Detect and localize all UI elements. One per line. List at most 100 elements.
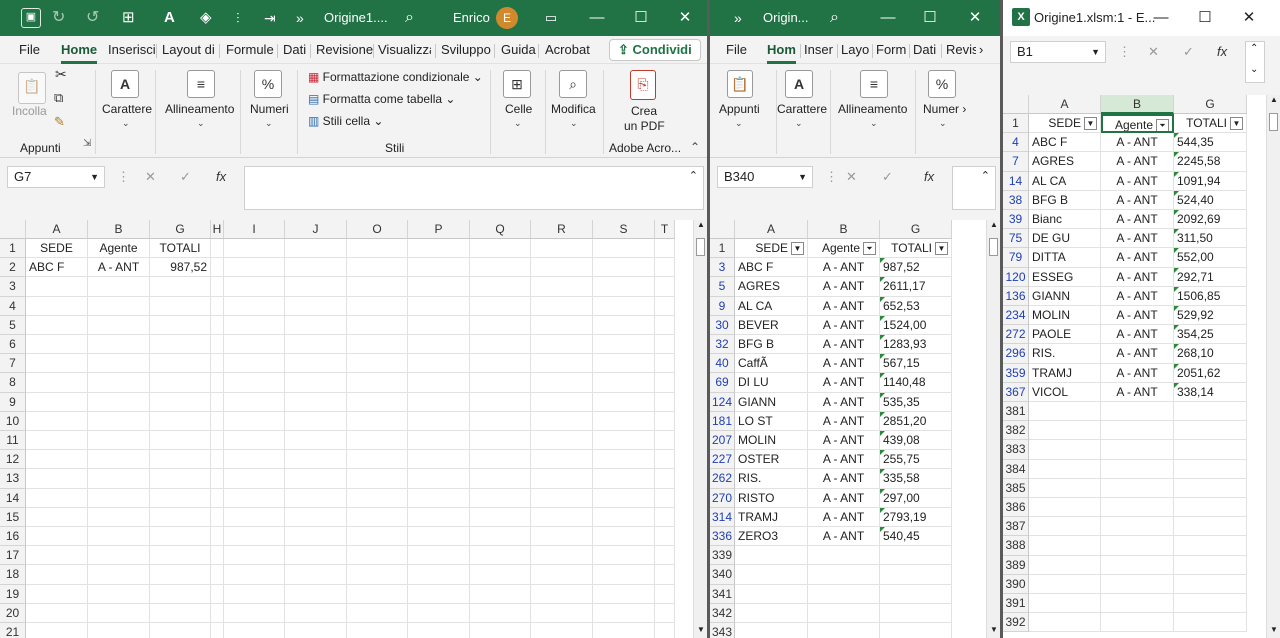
table-cell[interactable]: [408, 603, 470, 623]
row-header[interactable]: 16: [0, 527, 26, 547]
row-header blue[interactable]: 9: [710, 296, 735, 316]
table-cell[interactable]: A - ANT: [1101, 171, 1174, 191]
table-cell[interactable]: A - ANT: [808, 431, 880, 451]
row-header blue[interactable]: 314: [710, 507, 735, 527]
table-cell[interactable]: [1029, 517, 1101, 537]
table-cell[interactable]: [347, 623, 408, 638]
table-cell[interactable]: [26, 469, 88, 489]
tabs-scroll-icon[interactable]: ›: [979, 41, 983, 59]
row-header[interactable]: 6: [0, 335, 26, 355]
table-cell[interactable]: [224, 373, 285, 393]
cell-styles-button[interactable]: ▥ Stili cella ⌄: [308, 114, 383, 128]
collapse-ribbon-icon[interactable]: ⌃: [690, 140, 700, 154]
table-cell[interactable]: LO ST: [735, 411, 808, 431]
formula-input[interactable]: ⌃ ⌄: [1245, 41, 1265, 83]
table-cell[interactable]: [735, 546, 808, 566]
chevron-down-icon[interactable]: ⌄: [570, 118, 578, 129]
maximize-button[interactable]: ☐: [621, 0, 661, 36]
table-cell[interactable]: [26, 431, 88, 451]
table-cell[interactable]: A - ANT: [1101, 133, 1174, 153]
table-cell[interactable]: [347, 527, 408, 547]
table-cell[interactable]: GIANN: [1029, 286, 1101, 306]
row-header blue[interactable]: 181: [710, 411, 735, 431]
tab-home[interactable]: Hom: [767, 41, 796, 64]
row-header[interactable]: 21: [0, 623, 26, 638]
table-cell[interactable]: [285, 450, 347, 470]
table-cell[interactable]: [1101, 594, 1174, 614]
fx-icon[interactable]: fx: [924, 166, 934, 188]
table-cell[interactable]: [735, 584, 808, 604]
tab-dati[interactable]: Dati: [283, 41, 306, 59]
table-cell[interactable]: [1101, 459, 1174, 479]
search-icon[interactable]: ⌕: [405, 0, 414, 36]
row-header[interactable]: 389: [1003, 555, 1029, 575]
table-cell green[interactable]: A - ANT: [808, 488, 880, 508]
table-cell[interactable]: 338,14: [1174, 382, 1247, 402]
table-cell[interactable]: [285, 411, 347, 431]
table-cell[interactable]: A - ANT: [808, 450, 880, 470]
tab-file[interactable]: File: [726, 41, 747, 59]
table-cell[interactable]: [1029, 536, 1101, 556]
table-cell green[interactable]: CaffÃ: [735, 354, 808, 374]
table-cell[interactable]: [88, 431, 150, 451]
table-cell[interactable]: [224, 258, 285, 278]
font-icon[interactable]: A: [111, 70, 139, 98]
table-cell[interactable]: [1174, 555, 1247, 575]
table-cell[interactable]: [150, 584, 211, 604]
row-header[interactable]: 387: [1003, 517, 1029, 537]
table-cell[interactable]: [211, 623, 224, 638]
table-cell[interactable]: [408, 373, 470, 393]
table-cell green[interactable]: A - ANT: [808, 469, 880, 489]
table-cell[interactable]: PAOLE: [1029, 325, 1101, 345]
table-cell[interactable]: [285, 527, 347, 547]
table-cell[interactable]: A - ANT: [1101, 248, 1174, 268]
more-commands-icon[interactable]: »: [296, 0, 304, 36]
table-cell[interactable]: [285, 258, 347, 278]
table-cell[interactable]: [655, 584, 675, 604]
table-cell[interactable]: [211, 277, 224, 297]
table-cell[interactable]: [1174, 536, 1247, 556]
table-cell[interactable]: [593, 623, 655, 638]
table-cell[interactable]: [211, 315, 224, 335]
tab-visualizza[interactable]: Visualizza: [378, 41, 431, 59]
tab-acrobat[interactable]: Acrobat: [545, 41, 590, 59]
minimize-button[interactable]: —: [1141, 0, 1181, 36]
table-cell[interactable]: TOTALI: [150, 239, 211, 259]
table-cell[interactable]: [88, 565, 150, 585]
table-cell[interactable]: [470, 373, 531, 393]
table-cell[interactable]: [150, 373, 211, 393]
table-cell[interactable]: [470, 584, 531, 604]
row-header blue[interactable]: 14: [1003, 171, 1029, 191]
table-cell[interactable]: [26, 354, 88, 374]
row-header[interactable]: 5: [0, 315, 26, 335]
table-cell[interactable]: [26, 488, 88, 508]
row-header[interactable]: 20: [0, 603, 26, 623]
chevron-down-icon[interactable]: ⌄: [735, 118, 743, 129]
table-cell[interactable]: [88, 411, 150, 431]
table-cell[interactable]: [150, 354, 211, 374]
table-cell green[interactable]: ZERO3: [735, 527, 808, 547]
table-cell[interactable]: [211, 603, 224, 623]
table-cell[interactable]: AGRES: [1029, 152, 1101, 172]
tab-home[interactable]: Home: [61, 41, 98, 64]
table-cell[interactable]: [224, 335, 285, 355]
table-cell[interactable]: Bianc: [1029, 210, 1101, 230]
table-cell[interactable]: [347, 296, 408, 316]
table-cell green[interactable]: A - ANT: [808, 315, 880, 335]
row-header[interactable]: 383: [1003, 440, 1029, 460]
alignment-group-button[interactable]: Allineamento: [165, 102, 234, 116]
row-header[interactable]: 390: [1003, 574, 1029, 594]
tab-sviluppo[interactable]: Sviluppo: [441, 41, 491, 59]
table-cell[interactable]: [408, 277, 470, 297]
table-cell[interactable]: [88, 277, 150, 297]
table-cell[interactable]: [347, 392, 408, 412]
table-cell[interactable]: [808, 623, 880, 638]
table-cell[interactable]: [408, 527, 470, 547]
table-cell[interactable]: [88, 603, 150, 623]
table-cell[interactable]: [211, 584, 224, 604]
row-header[interactable]: 4: [0, 296, 26, 316]
table-cell[interactable]: [531, 315, 593, 335]
percent-icon[interactable]: %: [254, 70, 282, 98]
table-cell[interactable]: [470, 507, 531, 527]
avatar[interactable]: E: [496, 7, 518, 29]
